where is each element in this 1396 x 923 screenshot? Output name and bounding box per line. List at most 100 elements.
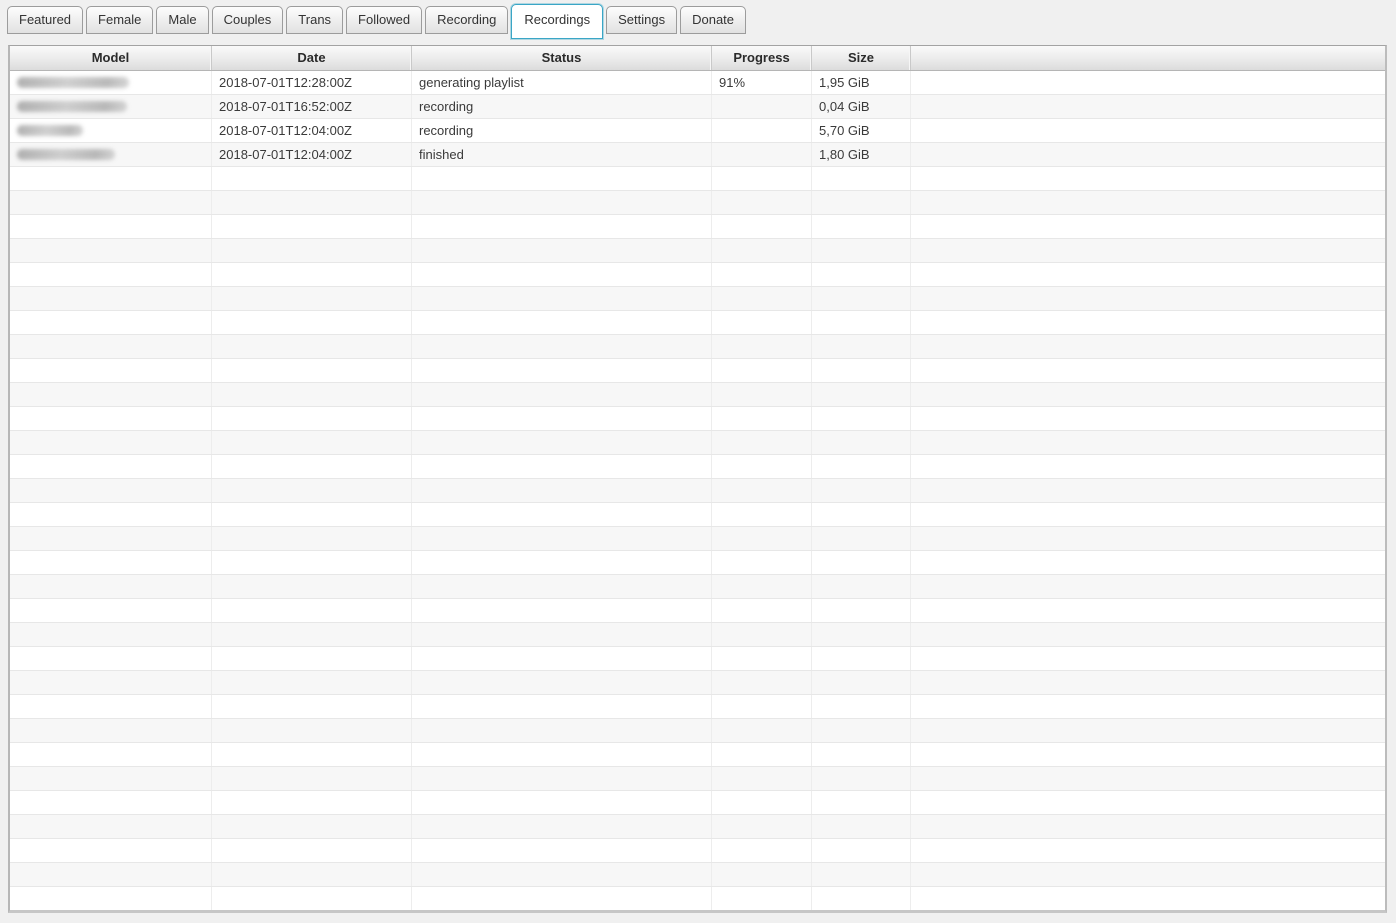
tab-settings[interactable]: Settings [606,6,677,34]
cell-progress [712,599,812,622]
cell-status [412,743,712,766]
cell-blank [911,599,1385,622]
cell-date [212,215,412,238]
cell-model [10,287,212,310]
redacted-model-name [17,77,129,88]
column-header-date[interactable]: Date [212,46,412,70]
cell-status [412,863,712,886]
cell-date [212,383,412,406]
cell-status [412,647,712,670]
cell-size [812,167,911,190]
empty-row [10,815,1385,839]
cell-date [212,407,412,430]
cell-size [812,311,911,334]
cell-size [812,647,911,670]
cell-date [212,287,412,310]
cell-date [212,263,412,286]
recording-row[interactable]: 2018-07-01T12:28:00Zgenerating playlist9… [10,71,1385,95]
cell-blank [911,575,1385,598]
tab-trans[interactable]: Trans [286,6,343,34]
cell-date [212,191,412,214]
cell-size [812,743,911,766]
cell-size [812,383,911,406]
cell-progress [712,191,812,214]
cell-status [412,383,712,406]
column-header-status[interactable]: Status [412,46,712,70]
recording-row[interactable]: 2018-07-01T16:52:00Zrecording0,04 GiB [10,95,1385,119]
tab-recording[interactable]: Recording [425,6,508,34]
cell-model [10,623,212,646]
cell-date: 2018-07-01T12:04:00Z [212,119,412,142]
cell-size: 5,70 GiB [812,119,911,142]
column-header-progress[interactable]: Progress [712,46,812,70]
cell-size [812,407,911,430]
empty-row [10,839,1385,863]
empty-row [10,671,1385,695]
cell-date [212,695,412,718]
tab-featured[interactable]: Featured [7,6,83,34]
cell-progress [712,623,812,646]
cell-progress [712,359,812,382]
column-header-blank[interactable] [911,46,1385,70]
empty-row [10,191,1385,215]
cell-size [812,719,911,742]
empty-row [10,503,1385,527]
cell-size: 1,95 GiB [812,71,911,94]
cell-progress [712,719,812,742]
recording-row[interactable]: 2018-07-01T12:04:00Zrecording5,70 GiB [10,119,1385,143]
empty-row [10,623,1385,647]
cell-status: generating playlist [412,71,712,94]
cell-status [412,815,712,838]
cell-status [412,359,712,382]
cell-progress [712,647,812,670]
cell-progress [712,335,812,358]
cell-model [10,791,212,814]
cell-progress [712,119,812,142]
empty-row [10,599,1385,623]
cell-blank [911,839,1385,862]
recording-row[interactable]: 2018-07-01T12:04:00Zfinished1,80 GiB [10,143,1385,167]
empty-row [10,407,1385,431]
cell-date [212,239,412,262]
cell-blank [911,623,1385,646]
column-header-size[interactable]: Size [812,46,911,70]
cell-progress [712,839,812,862]
cell-status [412,239,712,262]
column-header-model[interactable]: Model [10,46,212,70]
tab-couples[interactable]: Couples [212,6,284,34]
cell-date: 2018-07-01T16:52:00Z [212,95,412,118]
cell-date [212,551,412,574]
cell-size [812,263,911,286]
cell-status [412,887,712,910]
empty-row [10,767,1385,791]
tab-female[interactable]: Female [86,6,153,34]
tab-followed[interactable]: Followed [346,6,422,34]
cell-model [10,143,212,166]
cell-model [10,191,212,214]
cell-model [10,359,212,382]
tab-recordings[interactable]: Recordings [511,4,603,39]
cell-size [812,503,911,526]
cell-blank [911,143,1385,166]
cell-date: 2018-07-01T12:28:00Z [212,71,412,94]
cell-size [812,815,911,838]
cell-progress [712,863,812,886]
cell-blank [911,455,1385,478]
cell-progress [712,815,812,838]
cell-date: 2018-07-01T12:04:00Z [212,143,412,166]
cell-size [812,767,911,790]
cell-date [212,791,412,814]
empty-row [10,551,1385,575]
table-header-row: ModelDateStatusProgressSize [10,46,1385,71]
empty-row [10,167,1385,191]
cell-progress [712,95,812,118]
empty-row [10,335,1385,359]
cell-progress [712,743,812,766]
cell-status [412,263,712,286]
cell-date [212,335,412,358]
cell-blank [911,647,1385,670]
tab-donate[interactable]: Donate [680,6,746,34]
cell-status [412,839,712,862]
cell-size [812,839,911,862]
tab-male[interactable]: Male [156,6,208,34]
